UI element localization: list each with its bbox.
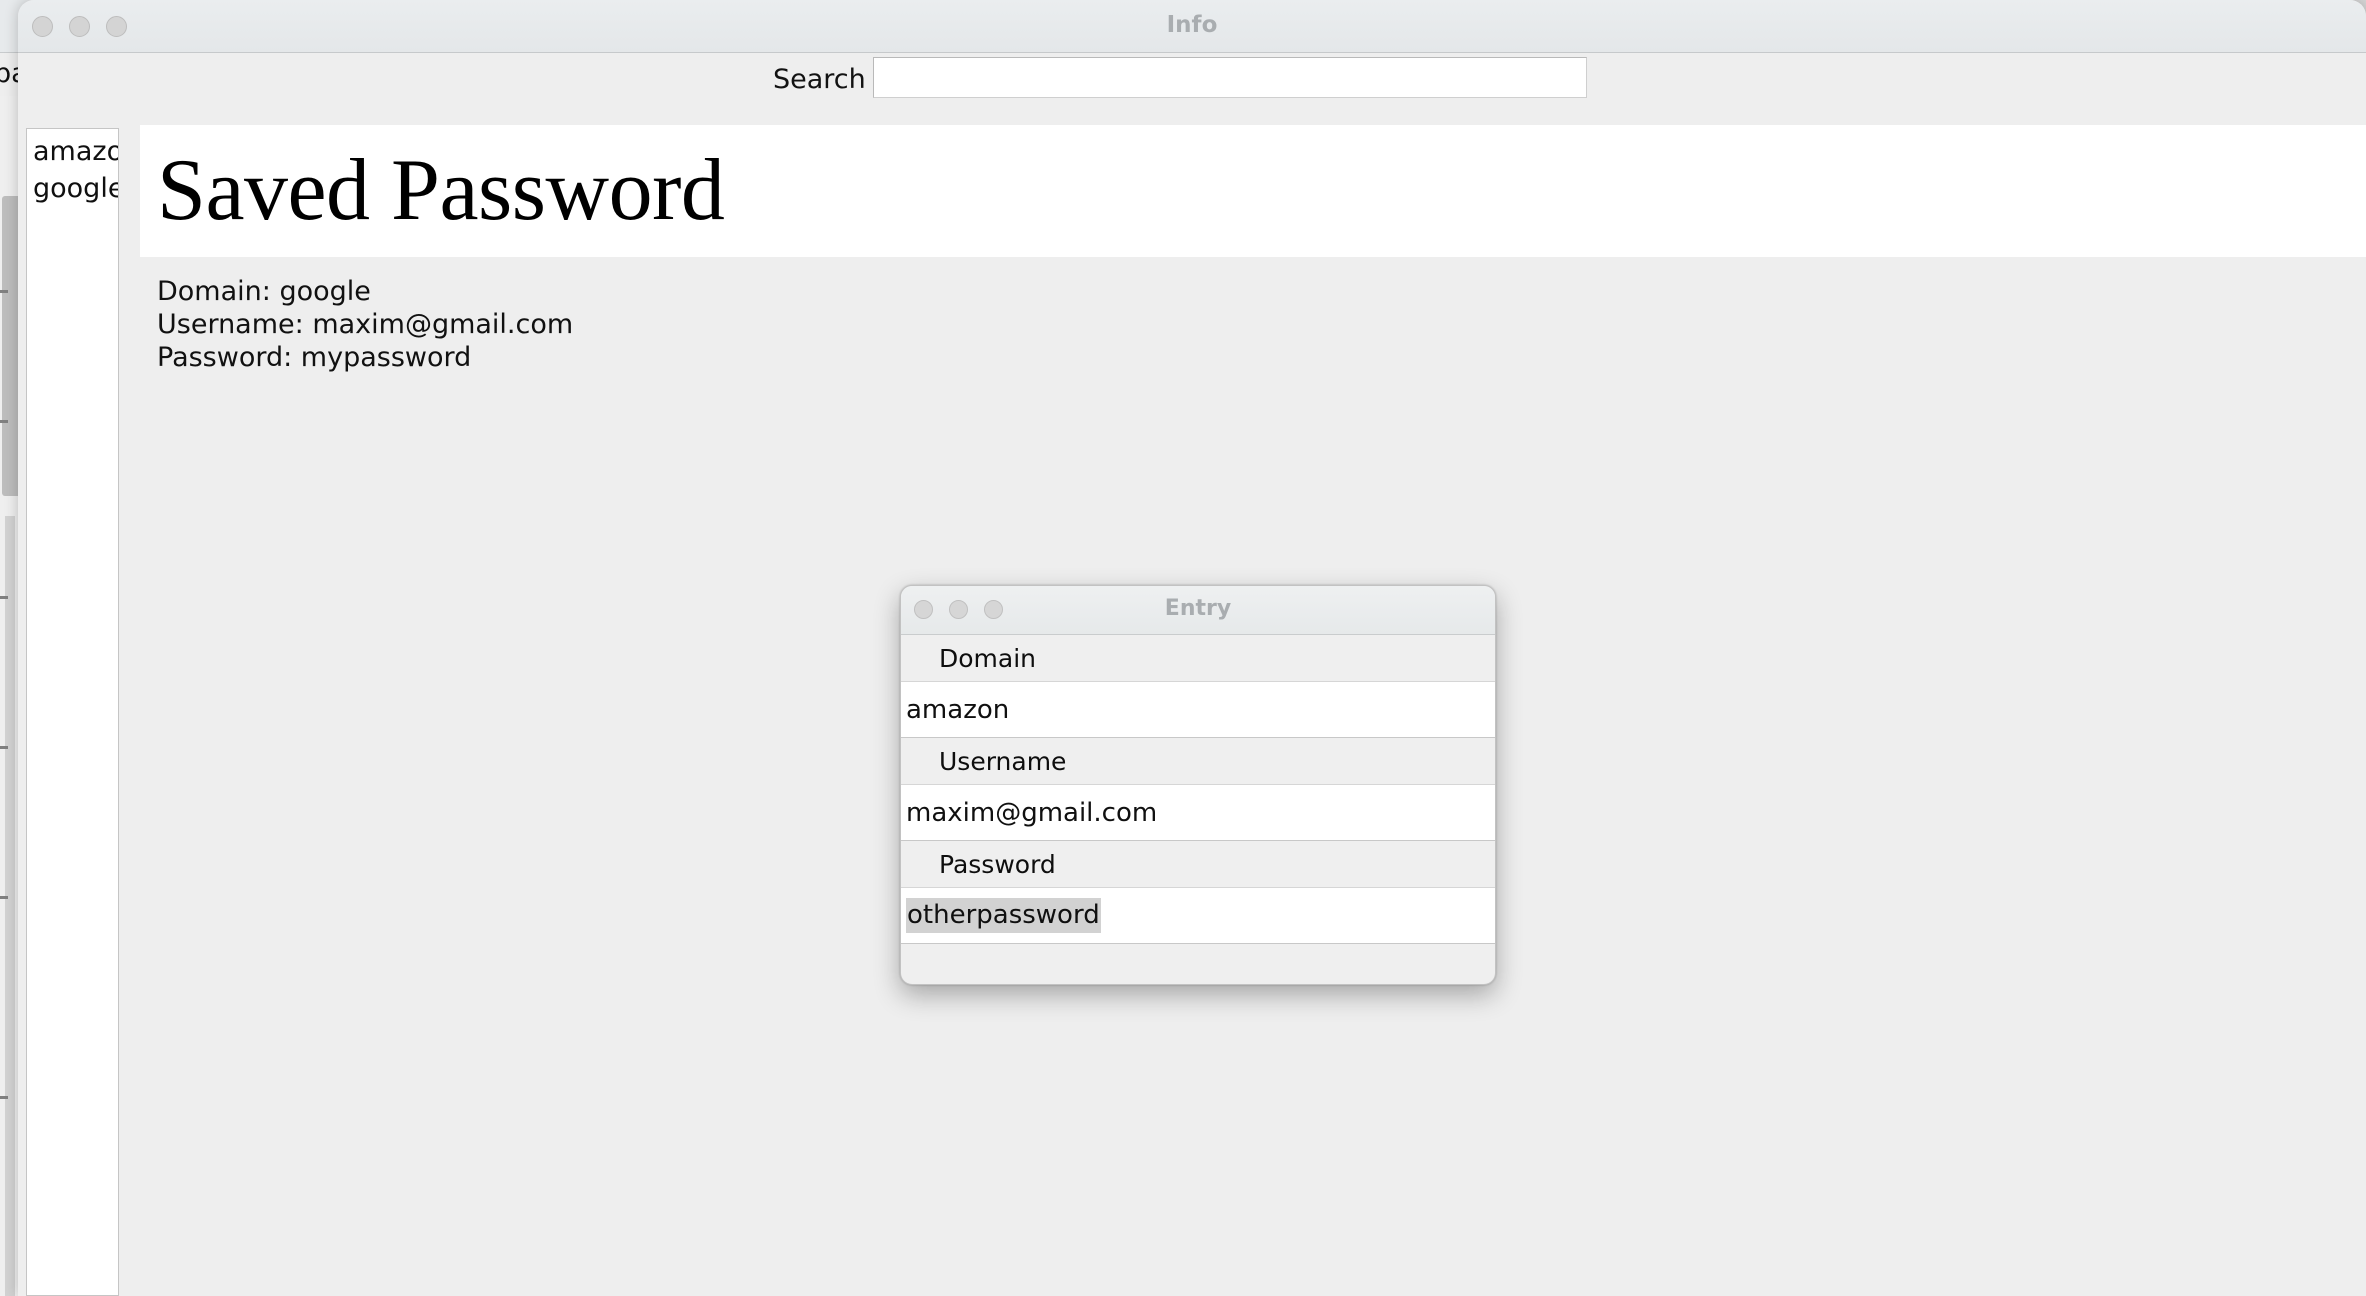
entry-dialog-title: Entry — [1164, 596, 1232, 621]
detail-domain: Domain: google — [157, 276, 371, 307]
detail-username: Username: maxim@gmail.com — [157, 309, 574, 340]
entry-dialog[interactable]: Entry Domain amazon Username maxim@gmail… — [900, 585, 1496, 985]
background-tick-3 — [0, 596, 8, 599]
headline-band: Saved Password — [140, 125, 2366, 257]
background-tick-5 — [0, 896, 8, 899]
username-value: maxim@gmail.com — [906, 797, 1158, 828]
domain-value: amazon — [906, 694, 1010, 725]
search-input[interactable] — [873, 57, 1587, 98]
window-title: Info — [1166, 12, 1218, 38]
search-label: Search — [773, 64, 866, 95]
username-label: Username — [901, 738, 1495, 785]
background-tick-4 — [0, 746, 8, 749]
screen: pa Info Search amazo — [0, 0, 2366, 1296]
sidebar-item-amazon[interactable]: amazon — [27, 133, 118, 170]
username-input[interactable]: maxim@gmail.com — [901, 785, 1495, 841]
sidebar-item-google[interactable]: google — [27, 170, 118, 207]
password-input[interactable]: otherpassword — [901, 888, 1495, 944]
domain-input[interactable]: amazon — [901, 682, 1495, 738]
search-bar: Search — [18, 53, 2366, 105]
page-title: Saved Password — [157, 142, 725, 239]
domain-label: Domain — [901, 635, 1495, 682]
info-window-titlebar[interactable]: Info — [18, 0, 2366, 53]
password-label: Password — [901, 841, 1495, 888]
domain-list[interactable]: amazon google — [26, 128, 119, 1296]
background-tick-6 — [0, 1096, 8, 1099]
entry-dialog-titlebar[interactable]: Entry — [901, 586, 1495, 635]
password-details: Domain: google Username: maxim@gmail.com… — [157, 275, 573, 374]
background-tick-1 — [0, 290, 8, 293]
background-tick-2 — [0, 420, 8, 423]
background-scrollbar-rail[interactable] — [5, 516, 15, 1296]
detail-password: Password: mypassword — [157, 342, 472, 373]
password-value: otherpassword — [906, 898, 1101, 933]
